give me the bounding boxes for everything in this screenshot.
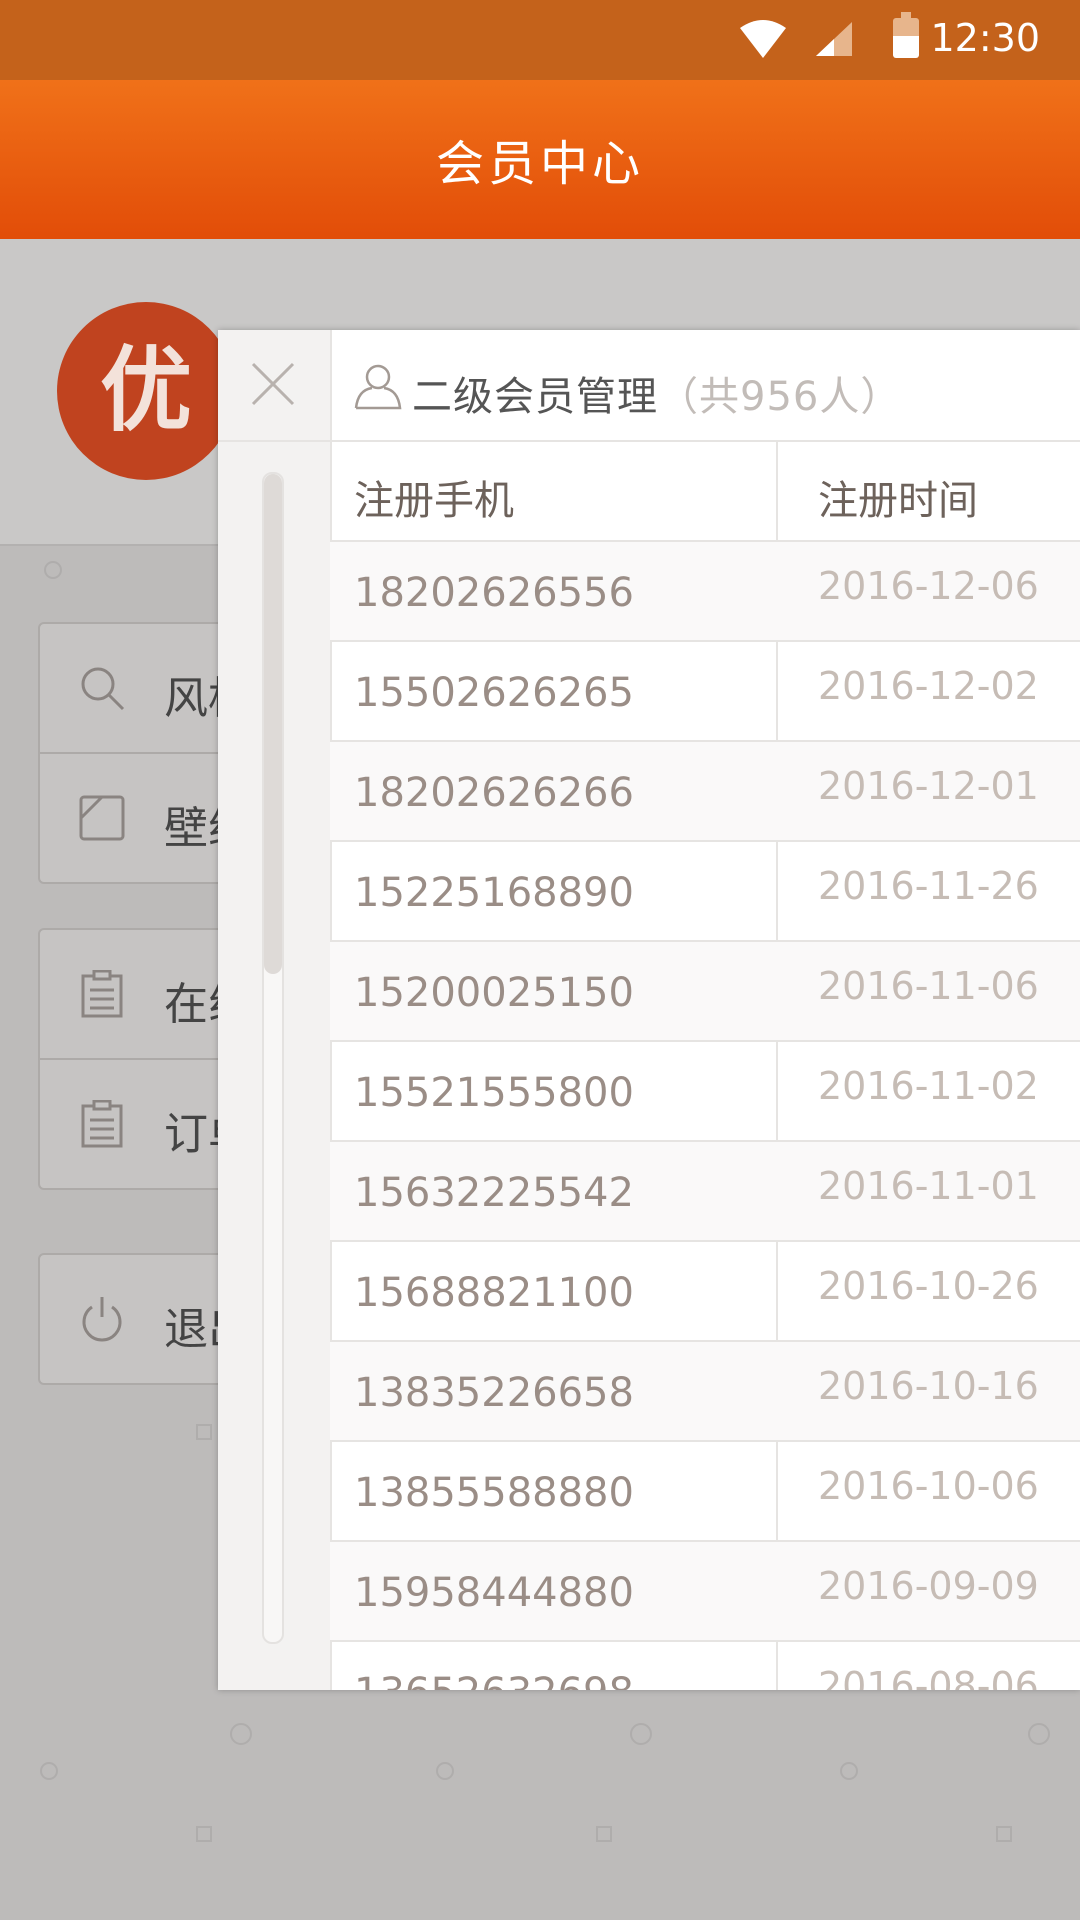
decor-square bbox=[196, 1826, 212, 1842]
cell-phone: 15958444880 bbox=[354, 1570, 634, 1616]
clipboard-icon bbox=[81, 1100, 123, 1148]
decor-circle bbox=[436, 1762, 454, 1780]
status-time: 12:30 bbox=[930, 16, 1040, 60]
table-header: 注册手机 注册时间 bbox=[330, 442, 1080, 542]
menu-item-style[interactable]: 风格 bbox=[40, 624, 230, 754]
wifi-icon bbox=[740, 20, 786, 58]
dialog-title: 二级会员管理（共956人） bbox=[412, 364, 901, 422]
power-icon bbox=[82, 1297, 122, 1342]
cell-phone: 13835226658 bbox=[354, 1370, 634, 1416]
cell-date: 2016-12-02 bbox=[818, 664, 1039, 708]
decor-circle bbox=[840, 1762, 858, 1780]
cell-phone: 13855588880 bbox=[354, 1470, 634, 1516]
table-row[interactable]: 15502626265 2016-12-02 bbox=[330, 642, 1080, 742]
dialog-side-panel bbox=[218, 330, 332, 1690]
cell-phone: 15225168890 bbox=[354, 870, 634, 916]
cell-date: 2016-11-02 bbox=[818, 1064, 1039, 1108]
table-row[interactable]: 15688821100 2016-10-26 bbox=[330, 1242, 1080, 1342]
table-row[interactable]: 15521555800 2016-11-02 bbox=[330, 1042, 1080, 1142]
cell-phone: 18202626556 bbox=[354, 570, 634, 616]
cell-date: 2016-12-01 bbox=[818, 764, 1039, 808]
battery-icon bbox=[893, 12, 919, 58]
decor-circle bbox=[1028, 1723, 1050, 1745]
decor-circle bbox=[40, 1762, 58, 1780]
cell-phone: 15200025150 bbox=[354, 970, 634, 1016]
scrollbar-thumb[interactable] bbox=[264, 474, 282, 974]
cell-date: 2016-10-06 bbox=[818, 1464, 1039, 1508]
column-header-date: 注册时间 bbox=[818, 478, 978, 524]
cell-date: 2016-12-06 bbox=[818, 564, 1039, 608]
decor-square bbox=[996, 1826, 1012, 1842]
decor-square bbox=[196, 1424, 212, 1440]
decor-square bbox=[596, 1826, 612, 1842]
cell-phone: 15632225542 bbox=[354, 1170, 634, 1216]
menu-item-logout[interactable]: 退出 bbox=[40, 1255, 230, 1383]
cell-phone: 15688821100 bbox=[354, 1270, 634, 1316]
table-row[interactable]: 18202626556 2016-12-06 bbox=[330, 542, 1080, 642]
app-logo: 优 bbox=[57, 302, 235, 480]
dialog-header: 二级会员管理（共956人） bbox=[330, 330, 1080, 442]
wallpaper-icon bbox=[79, 795, 125, 841]
table-row[interactable]: 15200025150 2016-11-06 bbox=[330, 942, 1080, 1042]
member-dialog: 二级会员管理（共956人） 注册手机 注册时间 18202626556 2016-… bbox=[218, 330, 1080, 1690]
decor-circle bbox=[230, 1723, 252, 1745]
clipboard-icon bbox=[81, 970, 123, 1018]
table-row[interactable]: 13652632698 2016-08-06 bbox=[330, 1642, 1080, 1690]
search-icon bbox=[81, 667, 125, 711]
table-row[interactable]: 15225168890 2016-11-26 bbox=[330, 842, 1080, 942]
scrollbar[interactable] bbox=[262, 472, 284, 1644]
cell-date: 2016-08-06 bbox=[818, 1664, 1039, 1690]
page-title: 会员中心 bbox=[435, 136, 644, 192]
cell-date: 2016-10-26 bbox=[818, 1264, 1039, 1308]
cell-date: 2016-11-06 bbox=[818, 964, 1039, 1008]
menu-item-orders[interactable]: 订单 bbox=[40, 1060, 230, 1188]
table-row[interactable]: 15632225542 2016-11-01 bbox=[330, 1142, 1080, 1242]
close-icon bbox=[251, 362, 295, 406]
table-row[interactable]: 18202626266 2016-12-01 bbox=[330, 742, 1080, 842]
menu-card-2: 在线 订单 bbox=[38, 928, 232, 1190]
table-row[interactable]: 15958444880 2016-09-09 bbox=[330, 1542, 1080, 1642]
table-row[interactable]: 13835226658 2016-10-16 bbox=[330, 1342, 1080, 1442]
cell-date: 2016-10-16 bbox=[818, 1364, 1039, 1408]
member-table[interactable]: 注册手机 注册时间 18202626556 2016-12-06 155026262… bbox=[330, 442, 1080, 1690]
decor-circle bbox=[44, 561, 62, 579]
dialog-title-text: 二级会员管理 bbox=[412, 374, 658, 420]
table-row[interactable]: 13855588880 2016-10-06 bbox=[330, 1442, 1080, 1542]
cell-date: 2016-11-01 bbox=[818, 1164, 1039, 1208]
column-header-phone: 注册手机 bbox=[354, 478, 514, 524]
app-bar: 会员中心 bbox=[0, 80, 1080, 239]
menu-item-online[interactable]: 在线 bbox=[40, 930, 230, 1060]
decor-circle bbox=[630, 1723, 652, 1745]
cell-date: 2016-09-09 bbox=[818, 1564, 1039, 1608]
status-bar: 12:30 bbox=[0, 0, 1080, 80]
table-body: 18202626556 2016-12-06 15502626265 2016-12-… bbox=[330, 542, 1080, 1690]
cell-phone: 15502626265 bbox=[354, 670, 634, 716]
cell-phone: 15521555800 bbox=[354, 1070, 634, 1116]
cell-date: 2016-11-26 bbox=[818, 864, 1039, 908]
user-icon bbox=[354, 364, 402, 410]
menu-item-wallpaper[interactable]: 壁纸 bbox=[40, 754, 230, 882]
close-button[interactable] bbox=[218, 330, 330, 442]
cell-phone: 13652632698 bbox=[354, 1670, 634, 1690]
signal-icon bbox=[816, 22, 852, 56]
menu-card-1: 风格 壁纸 bbox=[38, 622, 232, 884]
member-count: （共956人） bbox=[658, 374, 902, 420]
cell-phone: 18202626266 bbox=[354, 770, 634, 816]
menu-card-3: 退出 bbox=[38, 1253, 232, 1385]
